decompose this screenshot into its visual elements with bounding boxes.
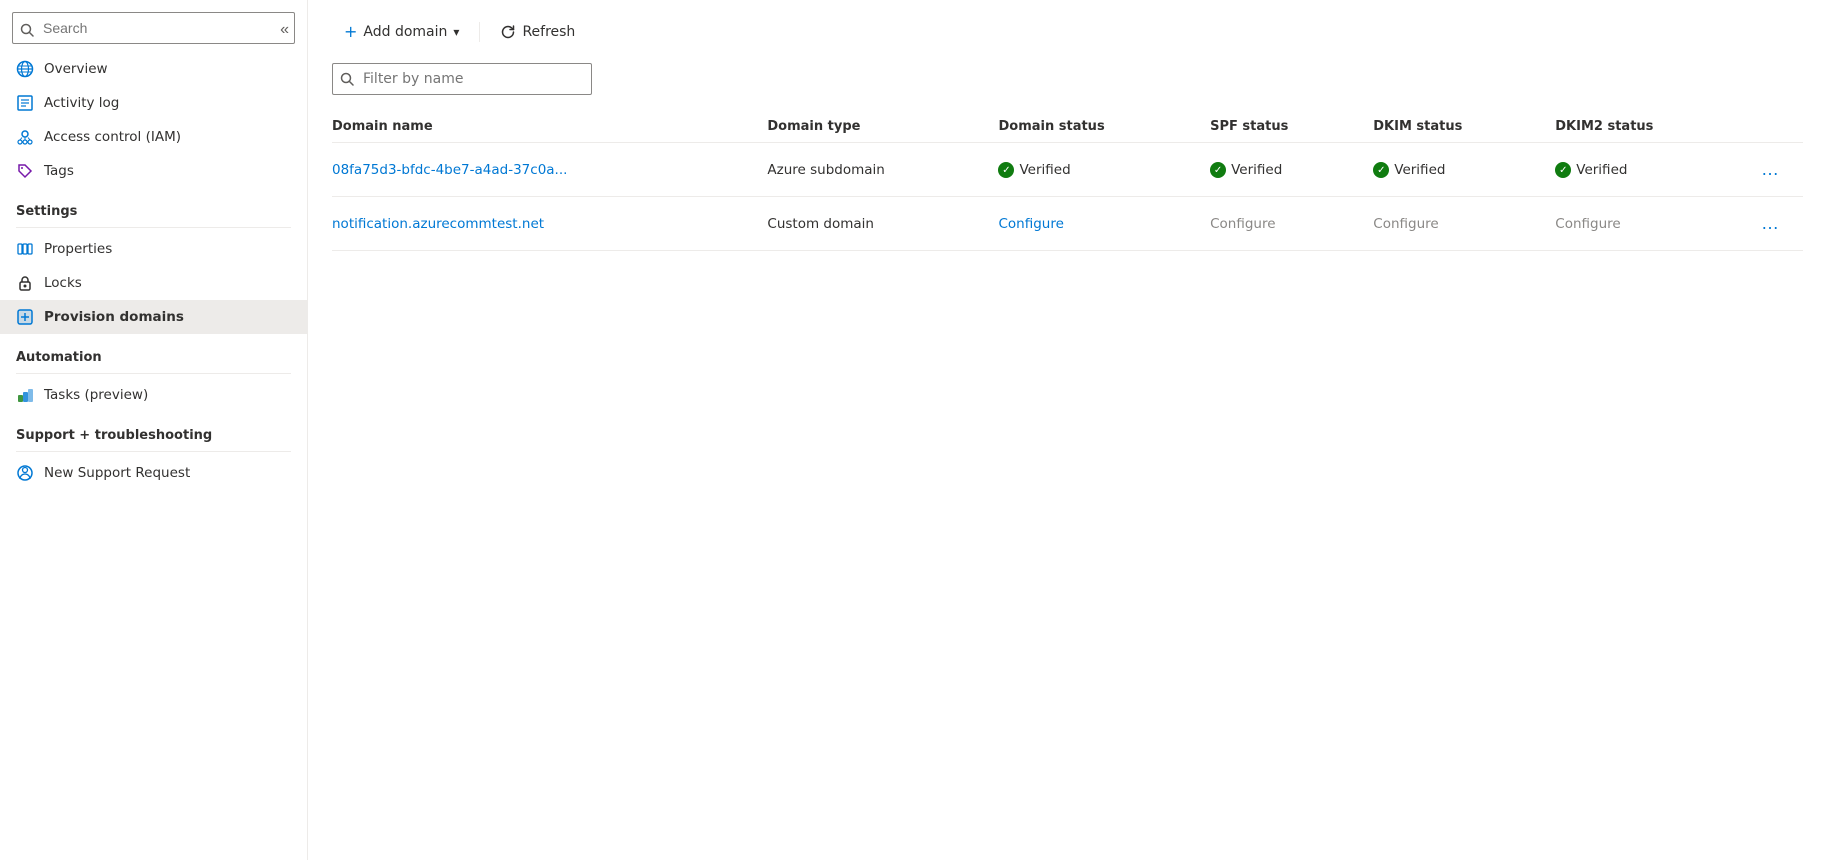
activity-icon bbox=[16, 94, 34, 112]
domain-table: Domain name Domain type Domain status SP… bbox=[332, 111, 1803, 251]
spf-status-configure-2: Configure bbox=[1210, 216, 1275, 232]
sidebar-item-provision-domains[interactable]: Provision domains bbox=[0, 300, 307, 334]
col-header-dkim2-status: DKIM2 status bbox=[1555, 111, 1753, 143]
sidebar-item-tasks[interactable]: Tasks (preview) bbox=[0, 378, 307, 412]
spf-status-badge-1: ✓ Verified bbox=[1210, 162, 1282, 178]
add-domain-button[interactable]: + Add domain ▾ bbox=[332, 16, 471, 47]
sidebar-item-locks[interactable]: Locks bbox=[0, 266, 307, 300]
verified-dot-1: ✓ bbox=[998, 162, 1014, 178]
table-header-row: Domain name Domain type Domain status SP… bbox=[332, 111, 1803, 143]
sidebar-item-label-access-control: Access control (IAM) bbox=[44, 129, 181, 145]
section-divider-support bbox=[16, 451, 291, 452]
dkim2-dot-1: ✓ bbox=[1555, 162, 1571, 178]
refresh-label: Refresh bbox=[522, 24, 575, 40]
cell-domain-status-1: ✓ Verified bbox=[998, 143, 1210, 197]
section-header-automation: Automation bbox=[0, 334, 307, 369]
cell-dkim-status-1: ✓ Verified bbox=[1373, 143, 1555, 197]
section-header-settings: Settings bbox=[0, 188, 307, 223]
cell-domain-status-2: Configure bbox=[998, 197, 1210, 251]
cell-spf-status-2: Configure bbox=[1210, 197, 1373, 251]
sidebar-search-wrap: « bbox=[0, 8, 307, 52]
locks-icon bbox=[16, 274, 34, 292]
access-icon bbox=[16, 128, 34, 146]
sidebar-search-input[interactable] bbox=[12, 12, 295, 44]
refresh-icon bbox=[500, 24, 516, 40]
dkim2-status-label-1: Verified bbox=[1576, 162, 1627, 178]
row-more-button-1[interactable]: … bbox=[1753, 157, 1787, 182]
plus-icon: + bbox=[344, 22, 357, 41]
properties-icon bbox=[16, 240, 34, 258]
main-content: + Add domain ▾ Refresh bbox=[308, 0, 1827, 860]
dkim2-status-badge-1: ✓ Verified bbox=[1555, 162, 1627, 178]
sidebar-item-label-provision-domains: Provision domains bbox=[44, 309, 184, 325]
sidebar-item-label-support: New Support Request bbox=[44, 465, 190, 481]
cell-more-2: … bbox=[1753, 197, 1803, 251]
col-header-more bbox=[1753, 111, 1803, 143]
spf-dot-1: ✓ bbox=[1210, 162, 1226, 178]
filter-by-name-input[interactable] bbox=[332, 63, 592, 95]
sidebar-item-tags[interactable]: Tags bbox=[0, 154, 307, 188]
dkim-status-configure-2: Configure bbox=[1373, 216, 1438, 232]
toolbar: + Add domain ▾ Refresh bbox=[332, 16, 1803, 47]
overview-icon bbox=[16, 60, 34, 78]
domain-status-label-1: Verified bbox=[1019, 162, 1070, 178]
sidebar: « Overview Activity log bbox=[0, 0, 308, 860]
spf-status-label-1: Verified bbox=[1231, 162, 1282, 178]
sidebar-item-activity-log[interactable]: Activity log bbox=[0, 86, 307, 120]
domain-name-link-2[interactable]: notification.azurecommtest.net bbox=[332, 216, 544, 232]
row-more-button-2[interactable]: … bbox=[1753, 211, 1787, 236]
collapse-sidebar-button[interactable]: « bbox=[276, 19, 293, 41]
sidebar-item-label-activity-log: Activity log bbox=[44, 95, 119, 111]
cell-spf-status-1: ✓ Verified bbox=[1210, 143, 1373, 197]
add-domain-label: Add domain bbox=[363, 24, 447, 40]
col-header-domain-name: Domain name bbox=[332, 111, 767, 143]
cell-domain-name-1: 08fa75d3-bfdc-4be7-a4ad-37c0a... bbox=[332, 143, 767, 197]
cell-dkim2-status-1: ✓ Verified bbox=[1555, 143, 1753, 197]
cell-more-1: … bbox=[1753, 143, 1803, 197]
section-divider-settings bbox=[16, 227, 291, 228]
sidebar-item-label-properties: Properties bbox=[44, 241, 112, 257]
sidebar-item-access-control[interactable]: Access control (IAM) bbox=[0, 120, 307, 154]
refresh-button[interactable]: Refresh bbox=[488, 18, 587, 46]
col-header-dkim-status: DKIM status bbox=[1373, 111, 1555, 143]
sidebar-item-overview[interactable]: Overview bbox=[0, 52, 307, 86]
col-header-domain-type: Domain type bbox=[767, 111, 998, 143]
dkim-status-badge-1: ✓ Verified bbox=[1373, 162, 1445, 178]
cell-domain-type-1: Azure subdomain bbox=[767, 143, 998, 197]
table-row: notification.azurecommtest.net Custom do… bbox=[332, 197, 1803, 251]
cell-dkim2-status-2: Configure bbox=[1555, 197, 1753, 251]
cell-dkim-status-2: Configure bbox=[1373, 197, 1555, 251]
section-divider-automation bbox=[16, 373, 291, 374]
sidebar-item-label-tags: Tags bbox=[44, 163, 74, 179]
dkim2-status-configure-2: Configure bbox=[1555, 216, 1620, 232]
domain-status-configure-link[interactable]: Configure bbox=[998, 216, 1063, 232]
tags-icon bbox=[16, 162, 34, 180]
filter-wrap bbox=[332, 63, 592, 95]
section-header-support: Support + troubleshooting bbox=[0, 412, 307, 447]
cell-domain-type-2: Custom domain bbox=[767, 197, 998, 251]
sidebar-item-properties[interactable]: Properties bbox=[0, 232, 307, 266]
dkim-dot-1: ✓ bbox=[1373, 162, 1389, 178]
domain-status-badge-1: ✓ Verified bbox=[998, 162, 1070, 178]
add-domain-dropdown-icon: ▾ bbox=[453, 25, 459, 39]
domain-name-link-1[interactable]: 08fa75d3-bfdc-4be7-a4ad-37c0a... bbox=[332, 162, 567, 178]
table-row: 08fa75d3-bfdc-4be7-a4ad-37c0a... Azure s… bbox=[332, 143, 1803, 197]
col-header-domain-status: Domain status bbox=[998, 111, 1210, 143]
col-header-spf-status: SPF status bbox=[1210, 111, 1373, 143]
sidebar-item-label-locks: Locks bbox=[44, 275, 82, 291]
sidebar-item-new-support-request[interactable]: New Support Request bbox=[0, 456, 307, 490]
provision-icon bbox=[16, 308, 34, 326]
filter-search-icon bbox=[340, 72, 354, 86]
support-icon bbox=[16, 464, 34, 482]
tasks-icon bbox=[16, 386, 34, 404]
dkim-status-label-1: Verified bbox=[1394, 162, 1445, 178]
sidebar-item-label-tasks: Tasks (preview) bbox=[44, 387, 148, 403]
cell-domain-name-2: notification.azurecommtest.net bbox=[332, 197, 767, 251]
sidebar-item-label-overview: Overview bbox=[44, 61, 108, 77]
toolbar-divider bbox=[479, 22, 480, 42]
